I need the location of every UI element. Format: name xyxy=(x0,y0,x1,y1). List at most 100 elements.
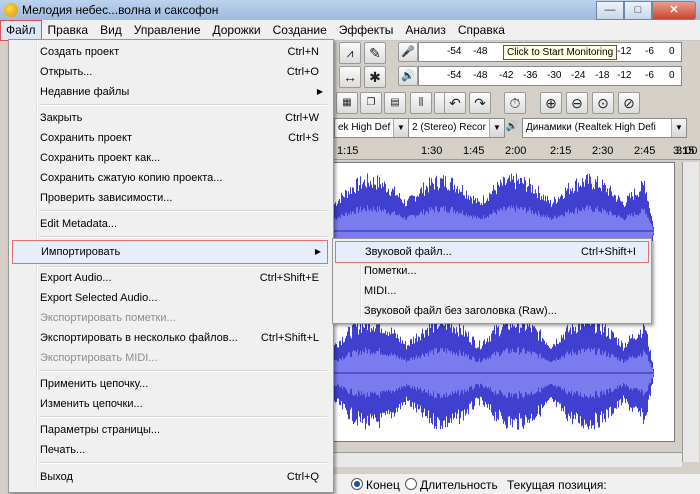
ruler-tick: 2:45 xyxy=(634,145,656,157)
input-device-select[interactable]: ek High Def ▼ xyxy=(334,118,409,138)
end-radio[interactable]: Конец xyxy=(351,478,400,492)
submenu-item-midi[interactable]: MIDI... xyxy=(335,281,647,301)
menu-separator xyxy=(39,462,327,464)
output-device-value: Динамики (Realtek High Defi xyxy=(526,122,656,133)
mic-icon[interactable]: 🎤 xyxy=(398,42,418,62)
timer-icon[interactable]: ⏱ xyxy=(504,92,526,114)
menu-item-edit-chains[interactable]: Изменить цепочки... xyxy=(11,394,329,414)
menu-item-exit[interactable]: Выход Ctrl+Q xyxy=(11,467,329,487)
menu-file[interactable]: Файл xyxy=(0,20,42,41)
menu-item-export-labels[interactable]: Экспортировать пометки... xyxy=(11,308,329,328)
redo-icon[interactable]: ↷ xyxy=(469,92,491,114)
channels-value: 2 (Stereo) Recor xyxy=(412,122,486,133)
menu-analyze[interactable]: Анализ xyxy=(399,20,452,40)
play-tick: 0 xyxy=(669,70,675,81)
menu-view[interactable]: Вид xyxy=(94,20,128,40)
envelope-tool-button[interactable]: ⩘ xyxy=(339,42,361,64)
ruler-tick: 2:15 xyxy=(550,145,572,157)
menu-item-import[interactable]: Импортировать ▶ xyxy=(12,240,328,264)
copy-button[interactable]: ❐ xyxy=(360,92,382,114)
submenu-item-labels[interactable]: Пометки... xyxy=(335,261,647,281)
menu-item-recent[interactable]: Недавние файлы ▶ xyxy=(11,82,329,102)
multi-tool-icon[interactable]: ✱ xyxy=(364,66,386,88)
paste-button[interactable]: ▤ xyxy=(384,92,406,114)
chevron-down-icon: ▼ xyxy=(489,119,504,137)
menu-help[interactable]: Справка xyxy=(452,20,511,40)
zoom-out-icon[interactable]: ⊖ xyxy=(566,92,588,114)
rec-tick: -12 xyxy=(617,46,632,57)
end-label: Конец xyxy=(366,478,400,492)
channels-select[interactable]: 2 (Stereo) Recor ▼ xyxy=(408,118,505,138)
rec-tick: -54 xyxy=(447,46,462,57)
close-button[interactable]: ✕ xyxy=(652,1,696,20)
menu-item-page-setup[interactable]: Параметры страницы... xyxy=(11,420,329,440)
trim-button[interactable]: ▦ xyxy=(336,92,358,114)
ruler-tick: 1:45 xyxy=(463,145,485,157)
menu-edit[interactable]: Правка xyxy=(42,20,95,40)
menu-tracks[interactable]: Дорожки xyxy=(207,20,267,40)
horizontal-scrollbar[interactable] xyxy=(333,452,682,467)
menu-item-new-project[interactable]: Создать проект Ctrl+N xyxy=(11,42,329,62)
zoom-in-icon[interactable]: ⊕ xyxy=(540,92,562,114)
menu-separator xyxy=(39,236,327,238)
play-tick: -6 xyxy=(645,70,654,81)
menu-separator xyxy=(39,210,327,212)
window-title: Мелодия небес...волна и саксофон xyxy=(22,3,219,17)
menu-effects[interactable]: Эффекты xyxy=(333,20,400,40)
title-bar: Мелодия небес...волна и саксофон — □ ✕ xyxy=(0,0,700,21)
import-submenu: Звуковой файл... Ctrl+Shift+I Пометки... … xyxy=(332,238,652,324)
play-tick: -18 xyxy=(595,70,610,81)
window-controls: — □ ✕ xyxy=(596,1,696,20)
play-tick: -24 xyxy=(571,70,586,81)
monitoring-tooltip: Click to Start Monitoring xyxy=(503,45,618,60)
rec-tick: -48 xyxy=(473,46,488,57)
chevron-down-icon: ▼ xyxy=(393,119,408,137)
maximize-button[interactable]: □ xyxy=(624,1,652,20)
undo-icon[interactable]: ↶ xyxy=(444,92,466,114)
fit-project-icon[interactable]: ⊘ xyxy=(618,92,640,114)
chevron-down-icon: ▼ xyxy=(671,119,686,137)
menu-item-close[interactable]: Закрыть Ctrl+W xyxy=(11,108,329,128)
menu-item-save[interactable]: Сохранить проект Ctrl+S xyxy=(11,128,329,148)
menu-item-check-dependencies[interactable]: Проверить зависимости... xyxy=(11,188,329,208)
pencil-icon[interactable]: ✎ xyxy=(364,42,386,64)
selection-toolbar: Конец Длительность Текущая позиция: xyxy=(333,474,700,494)
length-radio[interactable]: Длительность xyxy=(405,478,498,492)
play-tick: -36 xyxy=(523,70,538,81)
ruler-tick: 2:00 xyxy=(505,145,527,157)
output-device-select[interactable]: Динамики (Realtek High Defi ▼ xyxy=(522,118,687,138)
rec-tick: -6 xyxy=(645,46,654,57)
minimize-button[interactable]: — xyxy=(596,1,624,20)
input-device-value: ek High Def xyxy=(338,122,391,133)
menu-item-edit-metadata[interactable]: Edit Metadata... xyxy=(11,214,329,234)
speaker-icon[interactable]: 🔊 xyxy=(398,66,418,86)
timeline-ruler[interactable]: 1:15 1:30 1:45 2:00 2:15 2:30 2:45 3:00 … xyxy=(333,143,700,160)
trim-audio-button[interactable]: ⫼ xyxy=(410,92,432,114)
vertical-scrollbar[interactable] xyxy=(682,162,699,462)
menu-item-save-compressed[interactable]: Сохранить сжатую копию проекта... xyxy=(11,168,329,188)
play-tick: -48 xyxy=(473,70,488,81)
submenu-item-raw[interactable]: Звуковой файл без заголовка (Raw)... xyxy=(335,301,647,321)
play-tick: -12 xyxy=(617,70,632,81)
menu-item-print[interactable]: Печать... xyxy=(11,440,329,460)
playback-meter[interactable]: -54 -48 -42 -36 -30 -24 -18 -12 -6 0 xyxy=(418,66,682,86)
resize-icon[interactable]: ↔ xyxy=(339,66,361,88)
rec-tick: 0 xyxy=(669,46,675,57)
submenu-item-audio-file[interactable]: Звуковой файл... Ctrl+Shift+I xyxy=(335,241,649,263)
ruler-tick: 3:15 xyxy=(673,145,695,157)
menu-item-open[interactable]: Открыть... Ctrl+O xyxy=(11,62,329,82)
menu-item-apply-chain[interactable]: Применить цепочку... xyxy=(11,374,329,394)
menu-item-export-midi[interactable]: Экспортировать MIDI... xyxy=(11,348,329,368)
menu-item-save-as[interactable]: Сохранить проект как... xyxy=(11,148,329,168)
menu-item-export-audio[interactable]: Export Audio... Ctrl+Shift+E xyxy=(11,268,329,288)
menu-generate[interactable]: Создание xyxy=(267,20,333,40)
submenu-arrow-icon: ▶ xyxy=(316,87,323,96)
menu-separator xyxy=(39,104,327,106)
play-tick: -30 xyxy=(547,70,562,81)
fit-selection-icon[interactable]: ⊙ xyxy=(592,92,614,114)
file-menu: Создать проект Ctrl+N Открыть... Ctrl+O Не… xyxy=(8,39,334,493)
menu-item-export-selected[interactable]: Export Selected Audio... xyxy=(11,288,329,308)
menu-item-export-multiple[interactable]: Экспортировать в несколько файлов... Ctrl… xyxy=(11,328,329,348)
play-tick: -54 xyxy=(447,70,462,81)
menu-transport[interactable]: Управление xyxy=(128,20,207,40)
